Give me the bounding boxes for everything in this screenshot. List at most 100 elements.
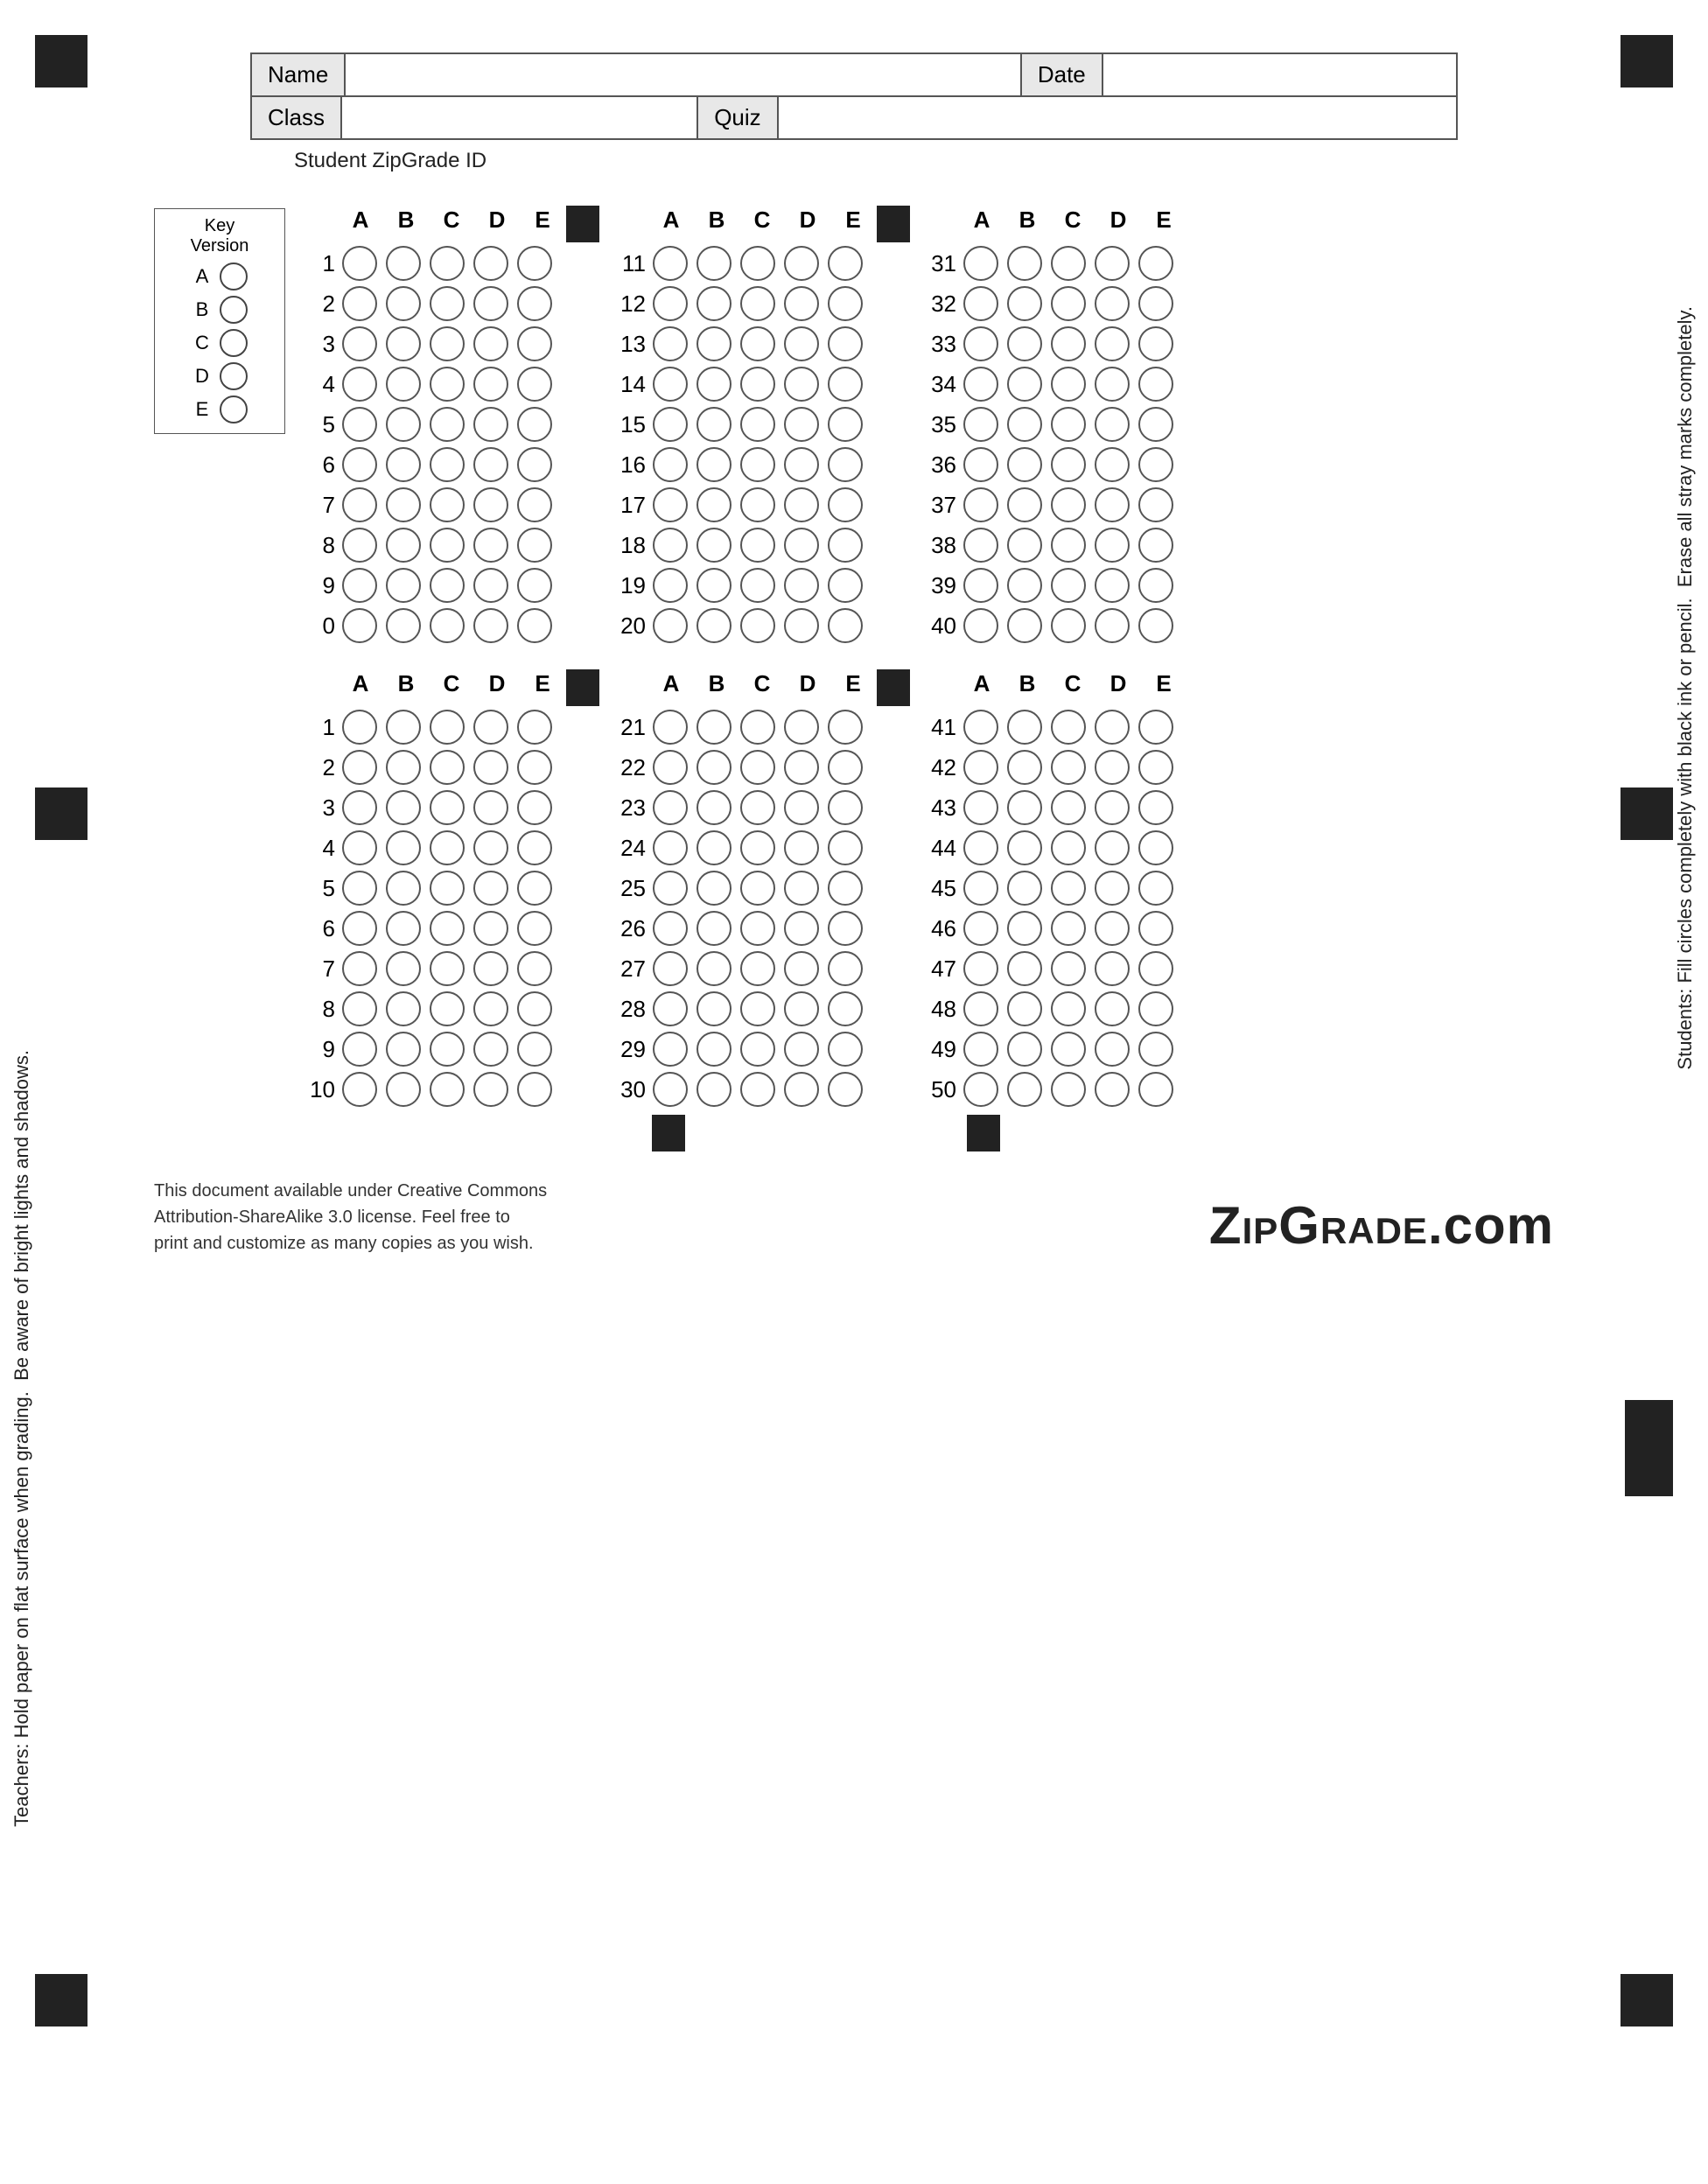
bubble-5d[interactable] bbox=[473, 407, 508, 442]
bubble-p2-7b[interactable] bbox=[386, 951, 421, 986]
bubble-11d[interactable] bbox=[784, 246, 819, 281]
bubble-32e[interactable] bbox=[1138, 286, 1173, 321]
bubble-19d[interactable] bbox=[784, 568, 819, 603]
bubble-8b[interactable] bbox=[386, 528, 421, 563]
bubble-25d[interactable] bbox=[784, 871, 819, 906]
bubble-35d[interactable] bbox=[1095, 407, 1130, 442]
bubble-44e[interactable] bbox=[1138, 830, 1173, 865]
bubble-48d[interactable] bbox=[1095, 991, 1130, 1026]
bubble-35c[interactable] bbox=[1051, 407, 1086, 442]
bubble-29c[interactable] bbox=[740, 1032, 775, 1067]
bubble-1c[interactable] bbox=[430, 246, 465, 281]
bubble-42a[interactable] bbox=[963, 750, 998, 785]
bubble-46c[interactable] bbox=[1051, 911, 1086, 946]
bubble-44d[interactable] bbox=[1095, 830, 1130, 865]
name-input[interactable] bbox=[346, 54, 1019, 95]
key-bubble-e[interactable] bbox=[220, 396, 248, 424]
bubble-23b[interactable] bbox=[696, 790, 732, 825]
bubble-45e[interactable] bbox=[1138, 871, 1173, 906]
bubble-5a[interactable] bbox=[342, 407, 377, 442]
bubble-27b[interactable] bbox=[696, 951, 732, 986]
bubble-42c[interactable] bbox=[1051, 750, 1086, 785]
bubble-p2-10b[interactable] bbox=[386, 1072, 421, 1107]
bubble-13e[interactable] bbox=[828, 326, 863, 361]
bubble-12a[interactable] bbox=[653, 286, 688, 321]
bubble-3c[interactable] bbox=[430, 326, 465, 361]
bubble-47a[interactable] bbox=[963, 951, 998, 986]
bubble-33a[interactable] bbox=[963, 326, 998, 361]
bubble-19e[interactable] bbox=[828, 568, 863, 603]
bubble-47b[interactable] bbox=[1007, 951, 1042, 986]
bubble-29d[interactable] bbox=[784, 1032, 819, 1067]
bubble-31a[interactable] bbox=[963, 246, 998, 281]
bubble-1b[interactable] bbox=[386, 246, 421, 281]
bubble-p2-6d[interactable] bbox=[473, 911, 508, 946]
bubble-12c[interactable] bbox=[740, 286, 775, 321]
bubble-p2-2c[interactable] bbox=[430, 750, 465, 785]
bubble-18e[interactable] bbox=[828, 528, 863, 563]
bubble-0e[interactable] bbox=[517, 608, 552, 643]
bubble-p2-10e[interactable] bbox=[517, 1072, 552, 1107]
bubble-37d[interactable] bbox=[1095, 487, 1130, 522]
bubble-40d[interactable] bbox=[1095, 608, 1130, 643]
bubble-28b[interactable] bbox=[696, 991, 732, 1026]
bubble-p2-6a[interactable] bbox=[342, 911, 377, 946]
bubble-p2-8a[interactable] bbox=[342, 991, 377, 1026]
bubble-p2-4a[interactable] bbox=[342, 830, 377, 865]
bubble-41a[interactable] bbox=[963, 710, 998, 745]
bubble-4c[interactable] bbox=[430, 367, 465, 402]
bubble-28a[interactable] bbox=[653, 991, 688, 1026]
bubble-p2-1d[interactable] bbox=[473, 710, 508, 745]
bubble-43d[interactable] bbox=[1095, 790, 1130, 825]
bubble-39c[interactable] bbox=[1051, 568, 1086, 603]
bubble-20a[interactable] bbox=[653, 608, 688, 643]
bubble-13c[interactable] bbox=[740, 326, 775, 361]
bubble-21e[interactable] bbox=[828, 710, 863, 745]
bubble-50b[interactable] bbox=[1007, 1072, 1042, 1107]
bubble-20d[interactable] bbox=[784, 608, 819, 643]
bubble-3d[interactable] bbox=[473, 326, 508, 361]
bubble-49d[interactable] bbox=[1095, 1032, 1130, 1067]
bubble-14c[interactable] bbox=[740, 367, 775, 402]
bubble-49e[interactable] bbox=[1138, 1032, 1173, 1067]
bubble-4d[interactable] bbox=[473, 367, 508, 402]
bubble-8c[interactable] bbox=[430, 528, 465, 563]
bubble-0b[interactable] bbox=[386, 608, 421, 643]
bubble-37a[interactable] bbox=[963, 487, 998, 522]
bubble-34b[interactable] bbox=[1007, 367, 1042, 402]
bubble-40c[interactable] bbox=[1051, 608, 1086, 643]
bubble-16d[interactable] bbox=[784, 447, 819, 482]
bubble-12e[interactable] bbox=[828, 286, 863, 321]
bubble-15e[interactable] bbox=[828, 407, 863, 442]
bubble-40a[interactable] bbox=[963, 608, 998, 643]
bubble-28e[interactable] bbox=[828, 991, 863, 1026]
bubble-11b[interactable] bbox=[696, 246, 732, 281]
bubble-47c[interactable] bbox=[1051, 951, 1086, 986]
bubble-36e[interactable] bbox=[1138, 447, 1173, 482]
bubble-34c[interactable] bbox=[1051, 367, 1086, 402]
bubble-43e[interactable] bbox=[1138, 790, 1173, 825]
bubble-32a[interactable] bbox=[963, 286, 998, 321]
bubble-21d[interactable] bbox=[784, 710, 819, 745]
bubble-4a[interactable] bbox=[342, 367, 377, 402]
bubble-p2-2a[interactable] bbox=[342, 750, 377, 785]
bubble-38a[interactable] bbox=[963, 528, 998, 563]
bubble-28d[interactable] bbox=[784, 991, 819, 1026]
bubble-34e[interactable] bbox=[1138, 367, 1173, 402]
bubble-43a[interactable] bbox=[963, 790, 998, 825]
bubble-26a[interactable] bbox=[653, 911, 688, 946]
bubble-17e[interactable] bbox=[828, 487, 863, 522]
bubble-p2-4c[interactable] bbox=[430, 830, 465, 865]
bubble-p2-5a[interactable] bbox=[342, 871, 377, 906]
bubble-15d[interactable] bbox=[784, 407, 819, 442]
bubble-7e[interactable] bbox=[517, 487, 552, 522]
bubble-16e[interactable] bbox=[828, 447, 863, 482]
bubble-13a[interactable] bbox=[653, 326, 688, 361]
bubble-27d[interactable] bbox=[784, 951, 819, 986]
bubble-18b[interactable] bbox=[696, 528, 732, 563]
bubble-37c[interactable] bbox=[1051, 487, 1086, 522]
bubble-43c[interactable] bbox=[1051, 790, 1086, 825]
bubble-29b[interactable] bbox=[696, 1032, 732, 1067]
bubble-p2-8c[interactable] bbox=[430, 991, 465, 1026]
bubble-p2-7e[interactable] bbox=[517, 951, 552, 986]
